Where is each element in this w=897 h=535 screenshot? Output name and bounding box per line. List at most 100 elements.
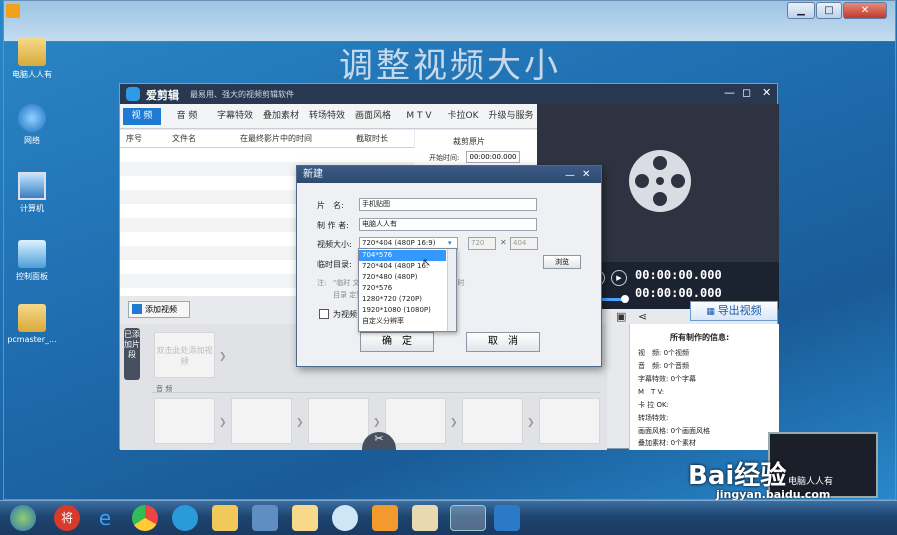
timeline-slot-add[interactable]: 双击此处添加视频 <box>154 332 215 378</box>
info-row: M T V: <box>638 388 665 396</box>
app-close-icon[interactable]: ✕ <box>762 86 771 99</box>
app-grid-icon[interactable] <box>494 505 520 531</box>
tab-video[interactable]: 视 频 <box>123 108 161 125</box>
media-player-icon[interactable] <box>372 505 398 531</box>
timeline-slot[interactable] <box>154 398 215 444</box>
slot-hint: 双击此处添加视频 <box>156 346 213 366</box>
ok-button[interactable]: 确 定 <box>360 332 434 352</box>
tab-overlay[interactable]: 叠加素材 <box>259 108 303 125</box>
added-clips-label: 已添加片段 <box>124 330 140 359</box>
arrow-icon: ❯ <box>527 418 535 428</box>
control-panel-icon <box>18 240 46 268</box>
temp-dir-label: 临时目录: <box>317 260 352 269</box>
desktop-icon-control-panel[interactable]: 控制面板 <box>2 240 62 282</box>
clip-list-header: 序号 文件名 在最终影片中的时间 截取时长 <box>120 130 414 148</box>
info-row: 音 频: 0个音频 <box>638 362 690 370</box>
tab-karaoke[interactable]: 卡拉OK <box>443 108 483 125</box>
screenshot-icon[interactable]: ▣ <box>616 310 626 323</box>
start-time-input[interactable]: 00:00:00.000 <box>466 151 520 163</box>
added-clips-tab[interactable]: 已添加片段 <box>124 328 140 380</box>
size-label: 视频大小: <box>317 240 352 249</box>
size-option[interactable]: 720*480 (480P) <box>359 272 446 283</box>
chrome-icon[interactable] <box>132 505 158 531</box>
height-input[interactable]: 404 <box>510 237 538 250</box>
desktop-icon-network[interactable]: 网络 <box>2 104 62 146</box>
name-label: 片 名: <box>317 201 344 210</box>
size-option[interactable]: 720*404 (480P 16: <box>359 261 446 272</box>
maximize-button[interactable]: □ <box>816 2 842 19</box>
desktop-icon-user-folder[interactable]: 电脑人人有 <box>2 38 62 80</box>
aijianji-taskbar-icon[interactable] <box>450 505 486 531</box>
size-option[interactable]: 1920*1080 (1080P) <box>359 305 446 316</box>
taskbar: 将 e <box>0 500 897 535</box>
network-tool-icon[interactable] <box>252 505 278 531</box>
tab-audio[interactable]: 音 频 <box>168 108 206 125</box>
main-tabs: 视 频 音 频 字幕特效 叠加素材 转场特效 画面风格 M T V 卡拉OK 升… <box>120 104 537 129</box>
dialog-close-icon[interactable]: ✕ <box>582 166 590 183</box>
start-time-label: 开始时间: <box>429 154 460 162</box>
volume-slider-thumb[interactable] <box>621 295 629 303</box>
info-row: 转场特效: <box>638 414 669 422</box>
explorer-icon[interactable] <box>292 505 318 531</box>
timeline-slot[interactable] <box>462 398 523 444</box>
timeline-slot[interactable] <box>231 398 292 444</box>
app-maximize-icon[interactable]: ◻ <box>742 86 751 99</box>
next-frame-button[interactable]: ▶ <box>611 270 627 286</box>
close-button[interactable]: ✕ <box>843 2 887 19</box>
timeline-slot[interactable] <box>308 398 369 444</box>
settings-icon[interactable] <box>332 505 358 531</box>
desktop-icon-pcmaster[interactable]: pcmaster_... <box>2 304 62 344</box>
ie-icon[interactable]: e <box>92 505 118 531</box>
times-icon: ✕ <box>500 238 507 247</box>
desktop-icon-label: pcmaster_... <box>7 335 57 344</box>
tab-subtitle[interactable]: 字幕特效 <box>213 108 257 125</box>
app-titlebar: 爱剪辑 最易用、强大的视频剪辑软件 — ◻ ✕ <box>120 84 777 104</box>
info-row: 叠加素材: 0个素材 <box>638 439 697 447</box>
size-option[interactable]: 1280*720 (720P) <box>359 294 446 305</box>
taskbar-app-icon[interactable]: 将 <box>54 505 80 531</box>
add-video-button[interactable]: 添加视频 <box>128 301 190 318</box>
width-input[interactable]: 720 <box>468 237 496 250</box>
folder-icon[interactable] <box>212 505 238 531</box>
add-video-label: 添加视频 <box>145 305 177 314</box>
dialog-minimize-icon[interactable]: — <box>565 167 575 184</box>
start-button[interactable] <box>10 505 36 531</box>
player-app-icon <box>6 4 20 18</box>
tab-upgrade[interactable]: 升级与服务 <box>485 108 537 125</box>
info-title: 所有制作的信息: <box>670 333 730 342</box>
info-panel: 所有制作的信息: 视 频: 0个视频 音 频: 0个音频 字幕特效: 0个字幕 … <box>629 324 779 450</box>
size-option[interactable]: 720*576 <box>359 283 446 294</box>
minimize-button[interactable]: ▁ <box>787 2 815 19</box>
note-prefix: 注: <box>317 279 327 287</box>
col-duration: 截取时长 <box>356 134 388 143</box>
desktop-icon-computer[interactable]: 计算机 <box>2 172 62 214</box>
clip-panel: 裁剪原片 开始时间: 00:00:00.000 <box>415 130 537 170</box>
browser-icon[interactable] <box>172 505 198 531</box>
col-filename: 文件名 <box>172 134 196 143</box>
tab-transition[interactable]: 转场特效 <box>305 108 349 125</box>
timeline-slot[interactable] <box>385 398 446 444</box>
auto-checkbox[interactable] <box>319 309 329 319</box>
network-icon <box>18 104 46 132</box>
browse-button[interactable]: 浏览 <box>543 255 581 269</box>
size-option[interactable]: 自定义分辨率 <box>359 316 446 327</box>
app-name: 爱剪辑 <box>146 89 179 102</box>
name-input[interactable]: 手机贴图 <box>359 198 537 211</box>
size-option[interactable]: 704*576 <box>359 250 446 261</box>
export-video-button[interactable]: ▦ 导出视频 <box>690 301 778 321</box>
dropdown-scrollbar[interactable] <box>447 249 456 331</box>
tab-mtv[interactable]: M T V <box>397 108 441 125</box>
cancel-button[interactable]: 取 消 <box>466 332 540 352</box>
col-time: 在最终影片中的时间 <box>240 134 312 143</box>
watermark-thumb-text: 电脑人人有 <box>788 477 834 487</box>
paint-icon[interactable] <box>412 505 438 531</box>
dialog-titlebar: 新建 — ✕ <box>297 166 601 183</box>
desktop-icon-label: 电脑人人有 <box>12 70 52 79</box>
author-input[interactable]: 电脑人人有 <box>359 218 537 231</box>
share-icon[interactable]: ⋖ <box>638 310 647 323</box>
timeline-slot[interactable] <box>539 398 600 444</box>
app-minimize-icon[interactable]: — <box>724 86 735 99</box>
arrow-icon: ❯ <box>219 418 227 428</box>
arrow-icon: ❯ <box>296 418 304 428</box>
tab-style[interactable]: 画面风格 <box>351 108 395 125</box>
